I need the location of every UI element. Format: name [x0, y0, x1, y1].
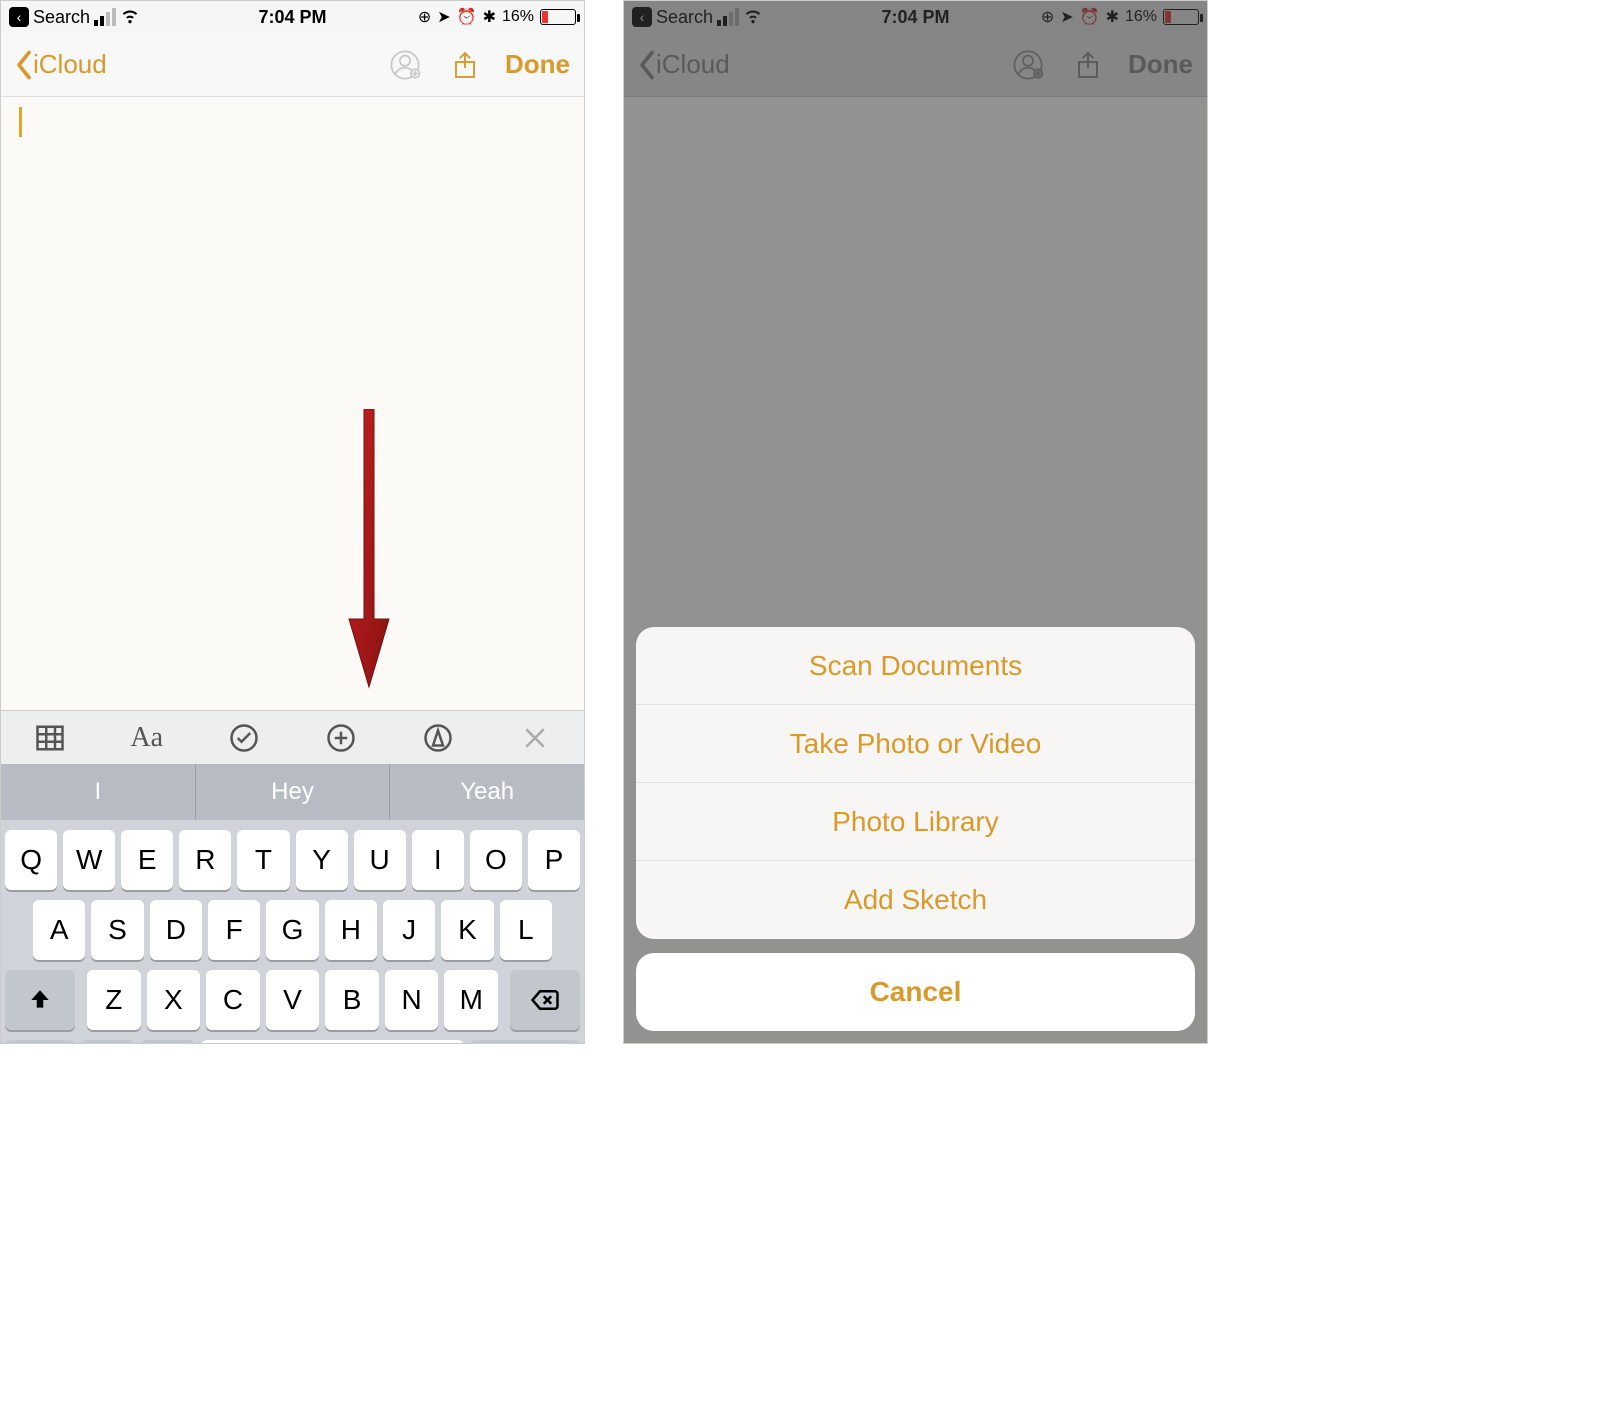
collaborate-icon[interactable] — [385, 45, 425, 85]
checklist-icon[interactable] — [224, 718, 264, 758]
sheet-photo-library[interactable]: Photo Library — [636, 783, 1195, 861]
numbers-key[interactable]: 123 — [5, 1040, 75, 1044]
key-a[interactable]: A — [33, 900, 85, 960]
key-u[interactable]: U — [354, 830, 406, 890]
back-label: iCloud — [33, 49, 107, 80]
return-key[interactable]: return — [470, 1040, 580, 1044]
phone-screenshot-right: ‹ Search 7:04 PM ⊕ ➤ ⏰ ✱ 16% iCloud — [623, 0, 1208, 1044]
key-c[interactable]: C — [206, 970, 260, 1030]
done-button[interactable]: Done — [505, 49, 570, 80]
phone-screenshot-left: ‹ Search 7:04 PM ⊕ ➤ ⏰ ✱ 16% iCloud — [0, 0, 585, 1044]
action-sheet: Scan Documents Take Photo or Video Photo… — [636, 627, 1195, 1031]
status-time: 7:04 PM — [1, 7, 584, 28]
key-q[interactable]: Q — [5, 830, 57, 890]
nav-bar: iCloud Done — [1, 33, 584, 97]
text-format-icon[interactable]: Aa — [127, 718, 167, 758]
predictive-text-row: I Hey Yeah — [1, 764, 584, 820]
action-sheet-options: Scan Documents Take Photo or Video Photo… — [636, 627, 1195, 939]
share-icon[interactable] — [445, 45, 485, 85]
key-b[interactable]: B — [325, 970, 379, 1030]
key-z[interactable]: Z — [87, 970, 141, 1030]
key-o[interactable]: O — [470, 830, 522, 890]
key-s[interactable]: S — [91, 900, 143, 960]
add-attachment-icon[interactable] — [321, 718, 361, 758]
key-g[interactable]: G — [266, 900, 318, 960]
key-j[interactable]: J — [383, 900, 435, 960]
key-f[interactable]: F — [208, 900, 260, 960]
key-r[interactable]: R — [179, 830, 231, 890]
status-bar: ‹ Search 7:04 PM ⊕ ➤ ⏰ ✱ 16% — [1, 1, 584, 33]
table-icon[interactable] — [30, 718, 70, 758]
key-m[interactable]: M — [444, 970, 498, 1030]
key-h[interactable]: H — [325, 900, 377, 960]
delete-key[interactable] — [510, 970, 580, 1030]
sheet-cancel-button[interactable]: Cancel — [636, 953, 1195, 1031]
dictation-key[interactable] — [141, 1040, 195, 1044]
key-d[interactable]: D — [150, 900, 202, 960]
space-key[interactable]: space — [201, 1040, 464, 1044]
key-k[interactable]: K — [441, 900, 493, 960]
key-e[interactable]: E — [121, 830, 173, 890]
note-editor[interactable] — [1, 97, 584, 710]
text-cursor — [19, 107, 22, 137]
back-button[interactable]: iCloud — [15, 49, 107, 80]
key-y[interactable]: Y — [296, 830, 348, 890]
sheet-scan-documents[interactable]: Scan Documents — [636, 627, 1195, 705]
emoji-key[interactable]: ☺ — [81, 1040, 135, 1044]
key-v[interactable]: V — [266, 970, 320, 1030]
key-i[interactable]: I — [412, 830, 464, 890]
close-toolbar-icon[interactable] — [515, 718, 555, 758]
keyboard: QWERTYUIOP ASDFGHJKL ZXCVBNM 123 ☺ space… — [1, 820, 584, 1044]
predictive-1[interactable]: Hey — [196, 764, 391, 820]
key-t[interactable]: T — [237, 830, 289, 890]
key-n[interactable]: N — [385, 970, 439, 1030]
key-p[interactable]: P — [528, 830, 580, 890]
battery-icon — [540, 9, 576, 25]
predictive-2[interactable]: Yeah — [390, 764, 584, 820]
sheet-take-photo-video[interactable]: Take Photo or Video — [636, 705, 1195, 783]
key-l[interactable]: L — [500, 900, 552, 960]
key-w[interactable]: W — [63, 830, 115, 890]
shift-key[interactable] — [5, 970, 75, 1030]
key-x[interactable]: X — [147, 970, 201, 1030]
markup-icon[interactable] — [418, 718, 458, 758]
format-toolbar: Aa — [1, 710, 584, 764]
predictive-0[interactable]: I — [1, 764, 196, 820]
sheet-add-sketch[interactable]: Add Sketch — [636, 861, 1195, 939]
